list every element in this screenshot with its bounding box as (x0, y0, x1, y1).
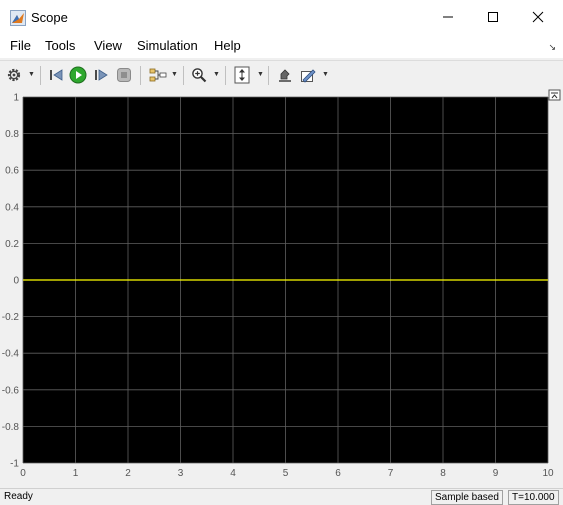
toolbar-separator (140, 66, 141, 85)
stop-icon (117, 68, 131, 82)
x-tick-label: 10 (542, 468, 554, 479)
menu-bar: File Tools View Simulation Help ↘ (0, 34, 563, 58)
step-back-button[interactable] (47, 65, 65, 85)
style-button[interactable] (299, 65, 317, 85)
menu-file[interactable]: File (10, 38, 31, 53)
maximize-icon (488, 12, 498, 22)
x-tick-label: 0 (20, 468, 26, 479)
style-dropdown-icon[interactable]: ▼ (322, 71, 329, 78)
x-tick-label: 2 (125, 468, 131, 479)
style-icon (301, 69, 316, 83)
x-tick-label: 9 (493, 468, 499, 479)
y-tick-label: -0.6 (2, 385, 20, 396)
y-tick-label: -0.8 (2, 422, 20, 433)
highlight-icon (279, 69, 291, 82)
y-tick-label: -0.2 (2, 312, 20, 323)
run-icon (69, 66, 87, 84)
settings-icon (7, 68, 21, 82)
y-tick-label: 0.8 (5, 129, 19, 140)
y-tick-label: 0 (13, 276, 19, 287)
scope-plot[interactable]: 1 0.8 0.6 0.4 0.2 0 -0.2 -0.4 -0.6 -0.8 -1 0 1 2 3 4 5 6… (0, 89, 563, 487)
settings-button[interactable] (5, 65, 23, 85)
close-icon (532, 11, 544, 23)
menu-help[interactable]: Help (214, 38, 241, 53)
y-tick-label: 1 (13, 93, 19, 104)
close-button[interactable] (515, 0, 561, 34)
signal-select-button[interactable] (148, 65, 168, 85)
y-tick-label: -0.4 (2, 349, 20, 360)
x-tick-label: 1 (73, 468, 79, 479)
x-tick-label: 4 (230, 468, 236, 479)
toolbar-separator (40, 66, 41, 85)
autoscale-dropdown-icon[interactable]: ▼ (257, 71, 264, 78)
settings-dropdown-icon[interactable]: ▼ (28, 71, 35, 78)
toolbar-separator (268, 66, 269, 85)
stop-button[interactable] (115, 65, 133, 85)
y-tick-label: 0.2 (5, 239, 19, 250)
autoscale-button[interactable] (233, 65, 251, 85)
maximize-button[interactable] (470, 0, 516, 34)
autoscale-icon (234, 66, 250, 84)
zoom-in-icon (192, 68, 207, 83)
y-tick-label: 0.6 (5, 166, 19, 177)
x-tick-label: 5 (283, 468, 289, 479)
signal-select-icon (149, 68, 167, 82)
undock-icon[interactable]: ↘ (548, 42, 556, 53)
title-bar: Scope (0, 0, 563, 34)
step-forward-button[interactable] (92, 65, 110, 85)
menu-simulation[interactable]: Simulation (137, 38, 198, 53)
toolbar-separator (183, 66, 184, 85)
minimize-button[interactable] (425, 0, 471, 34)
toolbar: ▼ ▼ ▼ ▼ ▼ (0, 60, 563, 90)
step-forward-icon (95, 69, 108, 81)
x-tick-label: 6 (335, 468, 341, 479)
x-tick-label: 7 (388, 468, 394, 479)
signal-dropdown-icon[interactable]: ▼ (171, 71, 178, 78)
x-tick-label: 3 (178, 468, 184, 479)
zoom-dropdown-icon[interactable]: ▼ (213, 71, 220, 78)
x-axis-ticks: 0 1 2 3 4 5 6 7 8 9 10 (20, 468, 554, 479)
y-tick-label: 0.4 (5, 202, 19, 213)
status-text: Ready (4, 491, 33, 502)
window-title: Scope (31, 10, 68, 25)
sample-mode-indicator: Sample based (431, 490, 503, 505)
zoom-in-button[interactable] (190, 65, 208, 85)
time-indicator: T=10.000 (508, 490, 559, 505)
matlab-icon (10, 10, 26, 26)
y-tick-label: -1 (10, 459, 19, 470)
highlight-button[interactable] (276, 65, 294, 85)
menu-view[interactable]: View (94, 38, 122, 53)
minimize-icon (443, 16, 453, 18)
toolbar-separator (225, 66, 226, 85)
y-axis-ticks: 1 0.8 0.6 0.4 0.2 0 -0.2 -0.4 -0.6 -0.8 -1 (2, 93, 20, 470)
run-button[interactable] (69, 65, 87, 85)
scope-display: 1 0.8 0.6 0.4 0.2 0 -0.2 -0.4 -0.6 -0.8 -1 0 1 2 3 4 5 6… (0, 89, 563, 487)
x-tick-label: 8 (440, 468, 446, 479)
status-bar: Ready Sample based T=10.000 (0, 488, 563, 505)
step-back-icon (50, 69, 63, 81)
restore-axes-button[interactable] (548, 89, 561, 101)
menu-tools[interactable]: Tools (45, 38, 75, 53)
